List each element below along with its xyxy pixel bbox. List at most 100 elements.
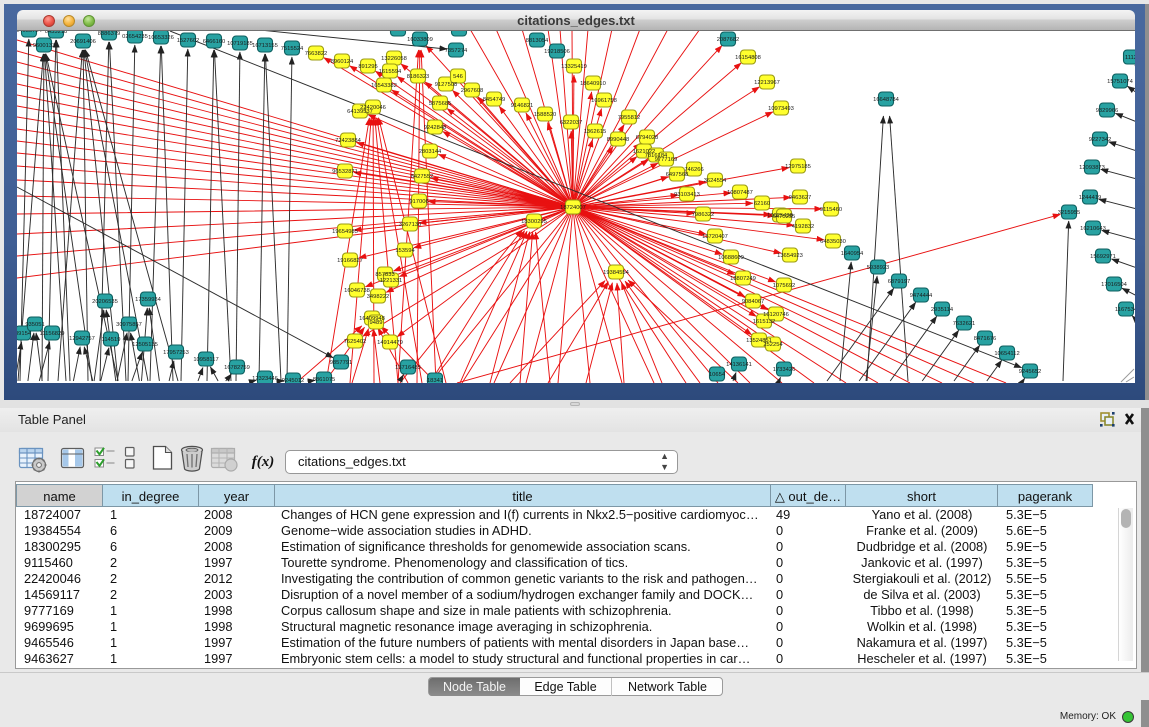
svg-text:9474444: 9474444 <box>910 293 933 299</box>
svg-text:7955812: 7955812 <box>618 115 641 121</box>
svg-text:1362615: 1362615 <box>584 129 607 135</box>
svg-text:7986322: 7986322 <box>692 212 715 218</box>
svg-text:12942757: 12942757 <box>69 336 95 342</box>
svg-text:9600133: 9600133 <box>33 43 56 49</box>
svg-text:917006: 917006 <box>409 199 428 205</box>
svg-text:7357274: 7357274 <box>445 48 468 54</box>
svg-text:20206535: 20206535 <box>92 299 118 305</box>
svg-text:6475255: 6475255 <box>773 214 796 220</box>
svg-text:11156829: 11156829 <box>40 331 65 337</box>
svg-text:16120746: 16120746 <box>763 312 789 318</box>
svg-text:16210643: 16210643 <box>1080 226 1106 232</box>
svg-text:891295: 891295 <box>358 64 377 70</box>
svg-text:16713155: 16713155 <box>252 43 278 49</box>
svg-text:9329966: 9329966 <box>1096 108 1119 114</box>
svg-text:153594: 153594 <box>395 248 415 254</box>
svg-text:1733426: 1733426 <box>773 367 796 373</box>
svg-text:114519: 114519 <box>102 337 121 343</box>
svg-text:546: 546 <box>453 74 463 80</box>
svg-text:10973493: 10973493 <box>768 106 794 112</box>
svg-text:2967608: 2967608 <box>461 88 484 94</box>
svg-text:16782759: 16782759 <box>224 365 250 371</box>
svg-text:93103413: 93103413 <box>674 192 700 198</box>
svg-text:16543382: 16543382 <box>371 83 397 89</box>
svg-text:02654235: 02654235 <box>122 34 148 40</box>
svg-text:4192832: 4192832 <box>792 224 815 230</box>
svg-text:6322037: 6322037 <box>560 120 583 126</box>
svg-text:3215955: 3215955 <box>1058 210 1081 216</box>
svg-text:0433218: 0433218 <box>45 31 68 35</box>
svg-text:15692971: 15692971 <box>1090 254 1116 260</box>
svg-text:19384554: 19384554 <box>603 270 630 276</box>
svg-text:1221331: 1221331 <box>380 278 403 284</box>
svg-text:18341: 18341 <box>427 378 443 383</box>
svg-text:7625402: 7625402 <box>344 339 367 345</box>
svg-text:8471676: 8471676 <box>974 336 997 342</box>
svg-text:8813054: 8813054 <box>526 38 549 44</box>
svg-text:10719185: 10719185 <box>227 41 253 47</box>
svg-text:15720407: 15720407 <box>702 234 728 240</box>
svg-text:10654112: 10654112 <box>994 351 1019 357</box>
svg-text:20691406: 20691406 <box>70 39 96 45</box>
svg-text:22420046: 22420046 <box>360 105 386 111</box>
svg-text:9227342: 9227342 <box>1089 137 1112 143</box>
svg-text:16154808: 16154808 <box>735 55 761 61</box>
svg-text:9084067: 9084067 <box>742 299 765 305</box>
svg-text:7632621: 7632621 <box>953 321 976 327</box>
svg-text:3624554: 3624554 <box>704 178 727 184</box>
svg-text:13226058: 13226058 <box>381 56 407 62</box>
svg-text:1075692: 1075692 <box>773 283 796 289</box>
svg-text:10958117: 10958117 <box>193 357 218 363</box>
svg-text:8990448: 8990448 <box>607 137 630 143</box>
svg-text:1527602: 1527602 <box>177 38 200 44</box>
svg-text:9463627: 9463627 <box>789 195 812 201</box>
svg-text:39154: 39154 <box>17 331 32 337</box>
svg-text:5875685: 5875685 <box>429 101 452 107</box>
svg-text:10889377: 10889377 <box>385 31 411 33</box>
svg-text:9115460: 9115460 <box>820 207 842 213</box>
svg-text:1588520: 1588520 <box>534 112 557 118</box>
svg-text:1112: 1112 <box>1125 55 1135 61</box>
svg-text:746266: 746266 <box>684 167 703 173</box>
svg-text:1244419: 1244419 <box>1079 195 1102 201</box>
svg-text:2803144: 2803144 <box>419 149 442 155</box>
svg-text:10653326: 10653326 <box>148 35 174 41</box>
svg-text:12213967: 12213967 <box>754 80 780 86</box>
svg-text:13654923: 13654923 <box>777 253 803 259</box>
svg-text:1615132: 1615132 <box>753 319 776 325</box>
svg-text:16033809: 16033809 <box>407 37 433 43</box>
svg-text:3267130: 3267130 <box>399 222 422 228</box>
svg-text:3498222: 3498222 <box>367 294 390 300</box>
svg-text:8427552: 8427552 <box>411 174 434 180</box>
svg-text:18807249: 18807249 <box>730 276 756 282</box>
svg-text:64835030: 64835030 <box>820 239 846 245</box>
svg-text:7663822: 7663822 <box>305 51 328 57</box>
svg-text:18724007: 18724007 <box>560 205 586 211</box>
svg-text:24055724: 24055724 <box>17 31 43 34</box>
svg-text:62160: 62160 <box>754 201 770 207</box>
svg-text:12323446: 12323446 <box>252 376 278 382</box>
svg-text:13325419: 13325419 <box>561 64 587 70</box>
svg-text:14914479: 14914479 <box>377 340 403 346</box>
svg-text:f(x): f(x) <box>252 454 275 470</box>
svg-text:19654985: 19654985 <box>332 229 358 235</box>
svg-text:6466160: 6466160 <box>203 39 226 45</box>
svg-text:17016504: 17016504 <box>1101 282 1128 288</box>
svg-text:10807487: 10807487 <box>727 190 753 196</box>
svg-text:935051: 935051 <box>25 322 44 328</box>
svg-text:1640954: 1640954 <box>841 251 864 257</box>
svg-text:9245012: 9245012 <box>282 378 305 383</box>
svg-text:18640910: 18640910 <box>580 81 606 87</box>
svg-text:9857791: 9857791 <box>330 360 353 366</box>
svg-text:7515524: 7515524 <box>281 46 304 52</box>
svg-text:19166827: 19166827 <box>337 258 363 264</box>
svg-text:1167534: 1167534 <box>1115 307 1135 313</box>
svg-text:15716485: 15716485 <box>395 365 421 371</box>
svg-text:8861075: 8861075 <box>313 377 336 383</box>
svg-text:18300295: 18300295 <box>521 219 547 225</box>
svg-text:72423884: 72423884 <box>335 138 362 144</box>
svg-text:1615594: 1615594 <box>379 69 402 75</box>
svg-text:10688609: 10688609 <box>718 255 744 261</box>
svg-text:5938923: 5938923 <box>867 265 890 271</box>
svg-text:10654: 10654 <box>709 372 726 378</box>
